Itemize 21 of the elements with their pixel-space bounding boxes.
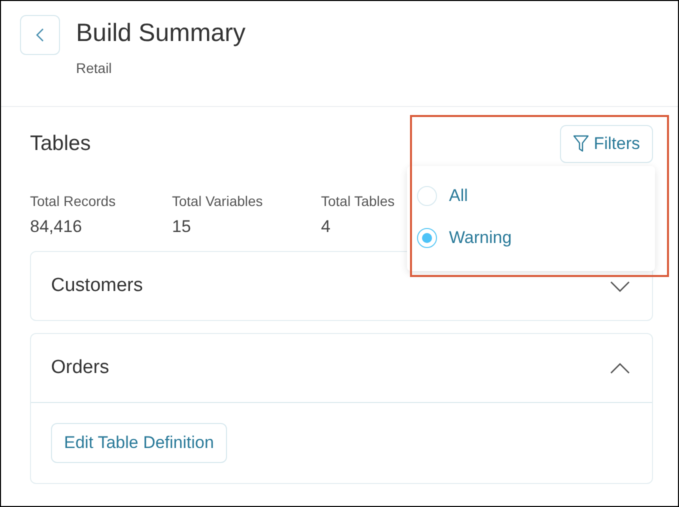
stat-label: Total Records: [30, 193, 116, 209]
stat-label: Total Tables: [321, 193, 395, 209]
stat-value: 84,416: [30, 217, 82, 237]
filter-option[interactable]: All: [449, 186, 468, 206]
stat-label: Total Variables: [172, 193, 263, 209]
table-name: Orders: [51, 357, 110, 379]
page-subtitle: Retail: [76, 60, 113, 76]
radio-button[interactable]: [417, 228, 437, 248]
edit-table-button[interactable]: Edit Table Definition: [51, 423, 227, 463]
filter-option[interactable]: Warning: [449, 228, 512, 248]
chevron-down-icon[interactable]: [610, 280, 630, 292]
table-name: Customers: [51, 275, 143, 297]
chevron-up-icon[interactable]: [610, 362, 630, 374]
back-icon: [36, 28, 44, 42]
filter-icon: [572, 135, 589, 153]
back-button[interactable]: [20, 15, 60, 55]
section-title: Tables: [30, 132, 91, 156]
filters-button[interactable]: Filters: [560, 125, 653, 163]
stat-value: 4: [321, 217, 330, 237]
page-title: Build Summary: [76, 19, 246, 48]
stat-value: 15: [172, 217, 191, 237]
